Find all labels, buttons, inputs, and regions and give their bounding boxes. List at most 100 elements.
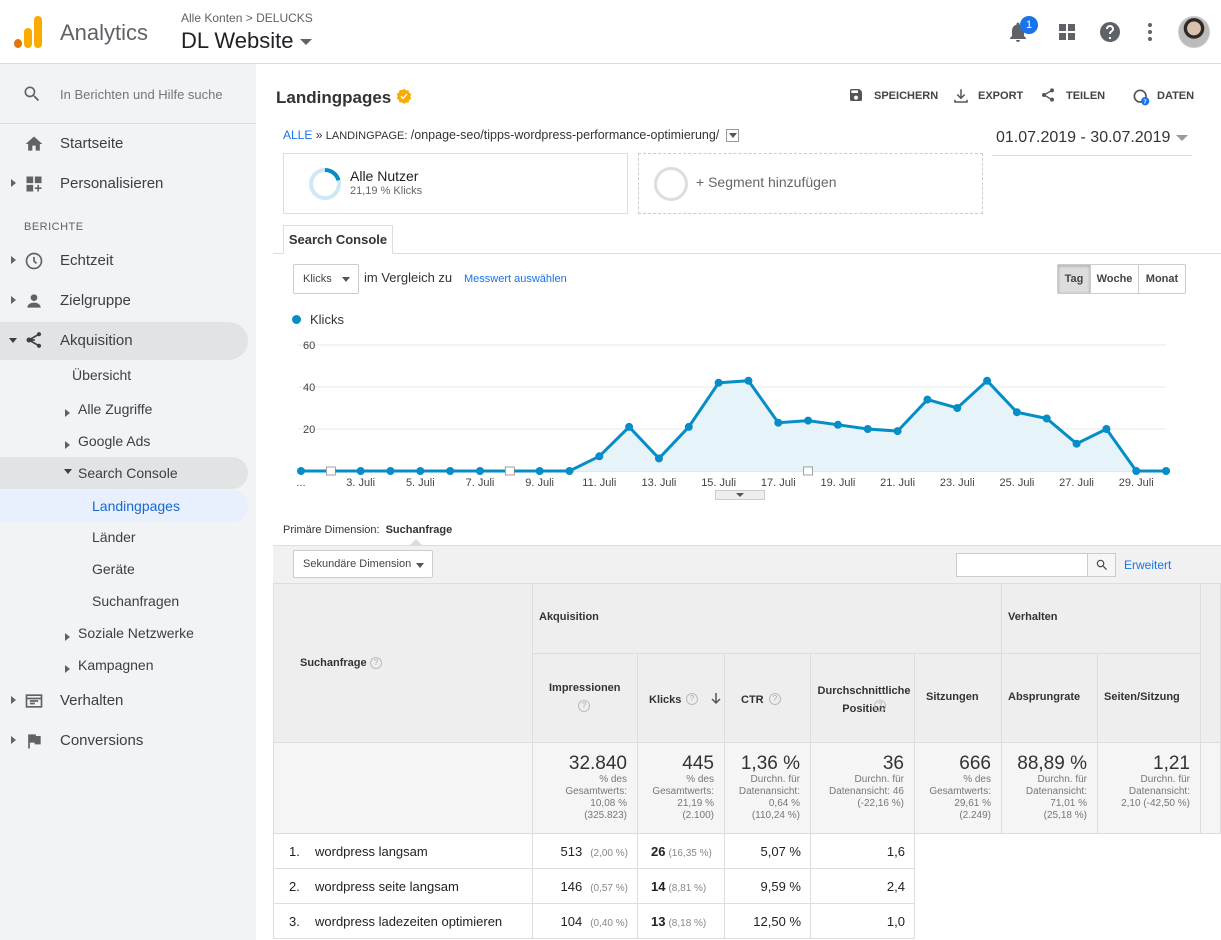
total-comparison: % des Gesamtwerts: 10,08 % (325.823) [565,774,627,822]
legend-series-name: Klicks [310,312,344,327]
data-point[interactable] [565,467,574,475]
sidebar-item-search-console[interactable]: Search Console [0,457,248,489]
data-point[interactable] [1012,408,1021,417]
sidebar-item-realtime[interactable]: Echtzeit [0,243,256,279]
sidebar-item-home[interactable]: Startseite [0,126,256,162]
data-point[interactable] [297,467,305,475]
top-bar: Analytics Alle Konten > DELUCKS DL Websi… [0,0,1221,64]
sort-descending-icon[interactable] [711,693,721,705]
sidebar-item-devices[interactable]: Geräte [92,561,135,591]
expand-arrow-icon [65,665,70,673]
help-icon[interactable]: ? [874,700,886,712]
analytics-logo-icon[interactable] [14,16,44,48]
sidebar-item-landingpages[interactable]: Landingpages [0,490,248,522]
sidebar-item-audience[interactable]: Zielgruppe [0,283,256,319]
query-link[interactable]: wordpress seite langsam [315,879,459,894]
data-point[interactable] [893,427,902,436]
clicks-line-chart[interactable]: 60 40 20... 3. Juli 5. Juli 7. Juli 9. Juli 11.… [273,332,1193,492]
column-header-clicks[interactable]: Klicks ? [638,654,725,743]
data-point[interactable] [774,418,783,427]
sidebar-item-campaigns[interactable]: Kampagnen [64,655,254,685]
data-point[interactable] [475,467,484,475]
data-point[interactable] [804,416,813,425]
help-icon[interactable]: ? [686,693,698,705]
column-header-bounce-rate[interactable]: Absprungrate [1002,654,1098,743]
sidebar-item-conversions[interactable]: Conversions [0,723,256,759]
sidebar-item-behavior[interactable]: Verhalten [0,683,256,719]
data-point[interactable] [684,422,693,431]
chart-collapse-handle[interactable] [715,490,765,500]
data-point[interactable] [654,454,663,463]
data-point[interactable] [1072,439,1081,448]
sidebar-item-countries[interactable]: Länder [92,529,136,559]
table-row-empty-area [915,869,1221,904]
sidebar-item-customize[interactable]: Personalisieren [0,166,256,202]
total-comparison: Durchn. für Datenansicht: 71,01 % (25,18 %) [1026,774,1087,822]
breadcrumb-dropdown-icon[interactable] [725,129,739,143]
date-range-picker[interactable]: 01.07.2019 - 30.07.2019 [996,129,1170,147]
help-icon[interactable]: ? [370,657,382,669]
column-header-impressions[interactable]: Impressionen ? [533,654,638,743]
sidebar-search-input[interactable] [60,84,230,104]
data-point[interactable] [1162,467,1171,475]
query-link[interactable]: wordpress ladezeiten optimieren [315,914,502,929]
period-week-button[interactable]: Woche [1091,265,1139,293]
sidebar-item-all-traffic[interactable]: Alle Zugriffe [64,399,254,429]
choose-metric-link[interactable]: Messwert auswählen [464,273,567,285]
data-point[interactable] [744,376,753,385]
secondary-dimension-select[interactable]: Sekundäre Dimension [293,550,433,578]
view-selector[interactable]: DL Website [181,28,312,54]
column-header-avg-position[interactable]: Durchschnittliche Position ? [811,654,915,743]
sidebar-item-queries[interactable]: Suchanfragen [92,593,179,623]
ctr-value: 12,50 % [753,914,801,929]
data-point[interactable] [833,420,842,429]
data-point[interactable] [714,378,723,387]
sidebar-item-overview[interactable]: Übersicht [72,367,131,397]
table-search-button[interactable] [1087,553,1116,577]
breadcrumb-all-link[interactable]: ALLE [283,128,312,142]
data-point[interactable] [386,467,395,475]
tab-search-console[interactable]: Search Console [283,225,393,254]
sidebar-item-social[interactable]: Soziale Netzwerke [64,623,254,653]
avatar[interactable] [1178,16,1210,48]
data-point[interactable] [356,467,365,475]
more-vert-icon[interactable] [1138,20,1162,44]
help-icon[interactable] [1098,20,1122,44]
account-breadcrumb[interactable]: Alle Konten > DELUCKS [181,11,313,25]
help-icon[interactable]: ? [578,700,590,712]
column-header-ctr[interactable]: CTR ? [725,654,811,743]
sidebar-item-acquisition[interactable]: Akquisition [0,322,248,360]
caret-down-icon[interactable] [1176,135,1188,141]
data-point[interactable] [983,376,992,385]
data-point[interactable] [1042,414,1051,423]
data-point[interactable] [1132,467,1141,475]
advanced-filter-link[interactable]: Erweitert [1124,558,1171,572]
table-filter-input[interactable] [956,553,1088,577]
data-point[interactable] [953,404,962,412]
data-point[interactable] [416,467,425,475]
query-link[interactable]: wordpress langsam [315,844,428,859]
segment-all-users[interactable]: Alle Nutzer 21,19 % Klicks [283,153,628,214]
help-icon[interactable]: ? [769,693,781,705]
period-month-button[interactable]: Monat [1139,265,1185,293]
apps-grid-icon[interactable] [1055,20,1079,44]
primary-dimension-value[interactable]: Suchanfrage [386,524,453,536]
share-label: TEILEN [1066,90,1106,102]
chart-legend[interactable]: Klicks [292,312,344,327]
data-point[interactable] [625,422,634,431]
property-label: DELUCKS [256,11,313,25]
data-point[interactable] [535,467,544,475]
data-point[interactable] [1102,425,1111,433]
data-point[interactable] [595,452,604,461]
metric-select[interactable]: Klicks [293,264,359,294]
row-number: 1. [289,844,300,859]
column-header-sessions[interactable]: Sitzungen [915,654,1002,743]
add-segment-button[interactable]: + Segment hinzufügen [638,153,983,214]
data-point[interactable] [446,467,455,475]
data-point[interactable] [863,425,872,433]
column-header-pages-per-session[interactable]: Seiten/Sitzung [1098,654,1201,743]
save-label: SPEICHERN [874,90,939,102]
column-header-query[interactable]: Suchanfrage ? [273,583,533,743]
data-point[interactable] [923,395,932,404]
period-day-button[interactable]: Tag [1058,265,1091,293]
